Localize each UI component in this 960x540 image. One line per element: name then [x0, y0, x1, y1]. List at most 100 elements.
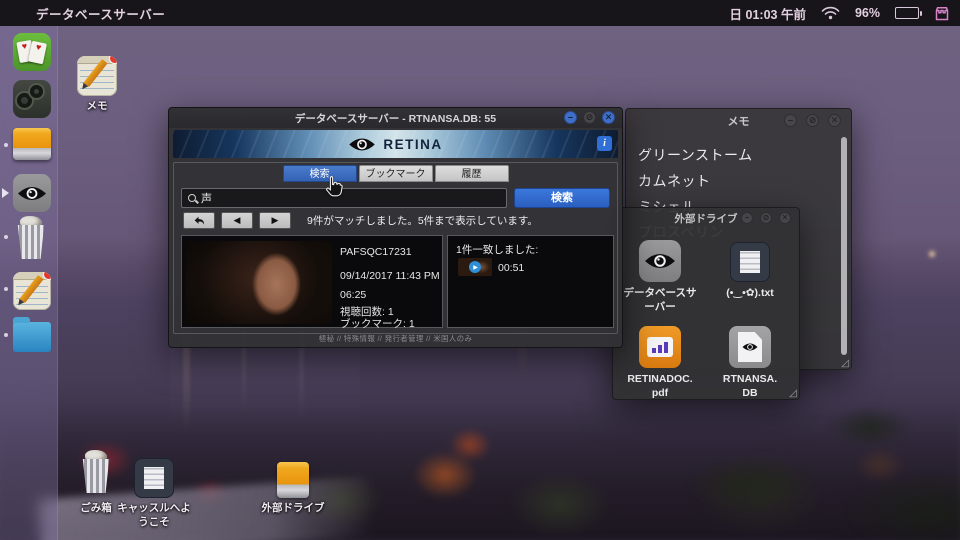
trash-icon — [78, 450, 114, 498]
scrollbar[interactable] — [841, 137, 847, 355]
undo-arrow-icon — [194, 216, 204, 225]
note-entry[interactable]: グリーンストーム — [638, 145, 753, 165]
wifi-icon[interactable] — [821, 6, 840, 20]
prev-button[interactable]: ◀ — [221, 212, 253, 229]
retina-eye-logo — [349, 138, 376, 150]
minimize-button[interactable]: – — [564, 111, 577, 124]
minimize-button[interactable]: – — [741, 212, 753, 224]
icon-label: キャッスルへようこそ — [117, 502, 191, 528]
resize-handle[interactable]: ◿ — [841, 359, 849, 369]
running-indicator — [4, 235, 8, 239]
search-query-text: 声 — [201, 193, 212, 205]
battery-percent: 96% — [854, 6, 880, 20]
pdf-file-icon — [639, 326, 681, 368]
video-thumbnail[interactable] — [186, 241, 332, 324]
notes-icon — [77, 56, 117, 96]
search-icon — [188, 194, 196, 202]
tab-bookmarks[interactable]: ブックマーク — [358, 165, 433, 182]
note-entry[interactable]: カムネット — [638, 171, 711, 191]
eye-icon — [742, 343, 758, 351]
battery-icon[interactable] — [895, 7, 922, 19]
drive-icon — [277, 462, 309, 498]
matches-panel: 1件一致しました: ▶ 00:51 — [447, 235, 614, 328]
db-file-icon — [729, 326, 771, 368]
resize-handle[interactable]: ◿ — [789, 389, 797, 399]
window-controls: – ⊘ ✕ — [784, 114, 841, 127]
search-button[interactable]: 検索 — [514, 188, 610, 208]
video-id: PAFSQC17231 — [340, 246, 412, 258]
file-txt[interactable]: (•‿•✿).txt — [711, 242, 789, 300]
database-window: データベースサーバー - RTNANSA.DB: 55 – ⊘ ✕ RETINA… — [168, 107, 623, 348]
active-app-title: データベースサーバー — [36, 7, 166, 22]
desktop-icon-trash[interactable]: ごみ箱 — [70, 450, 122, 516]
window-title: メモ — [727, 116, 750, 128]
castle-icon[interactable] — [934, 6, 950, 21]
files-dock-icon[interactable] — [13, 317, 51, 352]
notification-badge — [43, 272, 51, 280]
file-label: RTNANSA.DB — [722, 373, 778, 400]
running-indicator — [4, 143, 8, 147]
text-file-icon — [730, 242, 770, 282]
video-duration: 06:25 — [340, 289, 367, 301]
close-button[interactable]: ✕ — [602, 111, 615, 124]
file-rtnansa-db[interactable]: RTNANSA.DB — [711, 326, 789, 400]
clock[interactable]: 日 01:03 午前 — [730, 4, 806, 23]
retina-app-icon — [639, 240, 681, 282]
desktop-icon-memo[interactable]: メモ — [74, 56, 120, 114]
notification-badge — [109, 56, 117, 64]
nav-row: ◀ ▶ 9件がマッチしました。5件まで表示しています。 — [183, 212, 538, 229]
result-count-status: 9件がマッチしました。5件まで表示しています。 — [307, 215, 538, 227]
window-title: データベースサーバー - RTNANSA.DB: 55 — [294, 112, 497, 125]
search-row: 声 検索 — [181, 188, 610, 208]
desktop-screen: データベースサーバー 日 01:03 午前 96% ♥ ♥ メモ ごみ箱 キャッ… — [0, 0, 960, 540]
close-button[interactable]: ✕ — [779, 212, 791, 224]
window-controls: – ⊘ ✕ — [564, 111, 615, 124]
undo-button[interactable] — [183, 212, 215, 229]
match-thumbnail[interactable]: ▶ — [458, 258, 492, 276]
desktop-icon-drive[interactable]: 外部ドライブ — [260, 462, 326, 516]
file-label: データベースサーバー — [623, 287, 697, 314]
close-button[interactable]: ✕ — [828, 114, 841, 127]
next-button[interactable]: ▶ — [259, 212, 291, 229]
maximize-button[interactable]: ⊘ — [760, 212, 772, 224]
file-database-server[interactable]: データベースサーバー — [621, 240, 699, 314]
eye-icon — [645, 254, 675, 268]
hand-cursor — [326, 175, 343, 197]
dock: ♥ ♥ — [0, 26, 58, 540]
brand-name: RETINA — [383, 136, 443, 152]
retina-database-dock-icon[interactable] — [13, 174, 51, 212]
external-drive-dock-icon[interactable] — [13, 128, 51, 160]
database-titlebar[interactable]: データベースサーバー - RTNANSA.DB: 55 — [169, 108, 622, 128]
icon-label: 外部ドライブ — [261, 502, 325, 514]
status-tray: 日 01:03 午前 96% — [730, 0, 950, 26]
match-timestamp[interactable]: 00:51 — [498, 262, 524, 274]
text-file-icon — [134, 458, 174, 498]
active-indicator — [2, 188, 9, 198]
running-indicator — [4, 287, 8, 291]
icon-label: メモ — [86, 100, 108, 112]
trash-dock-icon[interactable] — [13, 216, 51, 262]
info-button[interactable]: i — [597, 136, 612, 151]
window-title: 外部ドライブ — [674, 212, 738, 225]
settings-app-icon[interactable] — [13, 80, 51, 118]
notes-dock-icon[interactable] — [13, 272, 51, 310]
classification-footer: 極秘 // 特殊情報 // 発行者管理 // 米国人のみ — [318, 334, 473, 343]
minimize-button[interactable]: – — [784, 114, 797, 127]
eye-icon — [17, 186, 47, 200]
tab-bar: 検索 ブックマーク 履歴 — [169, 165, 622, 182]
file-retinadoc-pdf[interactable]: RETINADOC.pdf — [621, 326, 699, 400]
solitaire-app-icon[interactable]: ♥ ♥ — [13, 33, 51, 71]
retina-banner: RETINA i — [173, 130, 618, 158]
top-bar: データベースサーバー 日 01:03 午前 96% — [0, 0, 960, 26]
tab-history[interactable]: 履歴 — [434, 165, 509, 182]
drive-window: 外部ドライブ – ⊘ ✕ データベースサーバー (•‿•✿).txt RETIN… — [612, 207, 800, 400]
matches-header: 1件一致しました: — [456, 244, 539, 256]
file-label: RETINADOC.pdf — [627, 373, 693, 400]
desktop-icon-castle[interactable]: キャッスルへようこそ — [116, 458, 192, 529]
maximize-button[interactable]: ⊘ — [583, 111, 596, 124]
file-label: (•‿•✿).txt — [726, 287, 774, 299]
running-indicator — [4, 333, 8, 337]
window-controls: – ⊘ ✕ — [741, 212, 791, 224]
play-icon: ▶ — [469, 261, 481, 273]
maximize-button[interactable]: ⊘ — [806, 114, 819, 127]
